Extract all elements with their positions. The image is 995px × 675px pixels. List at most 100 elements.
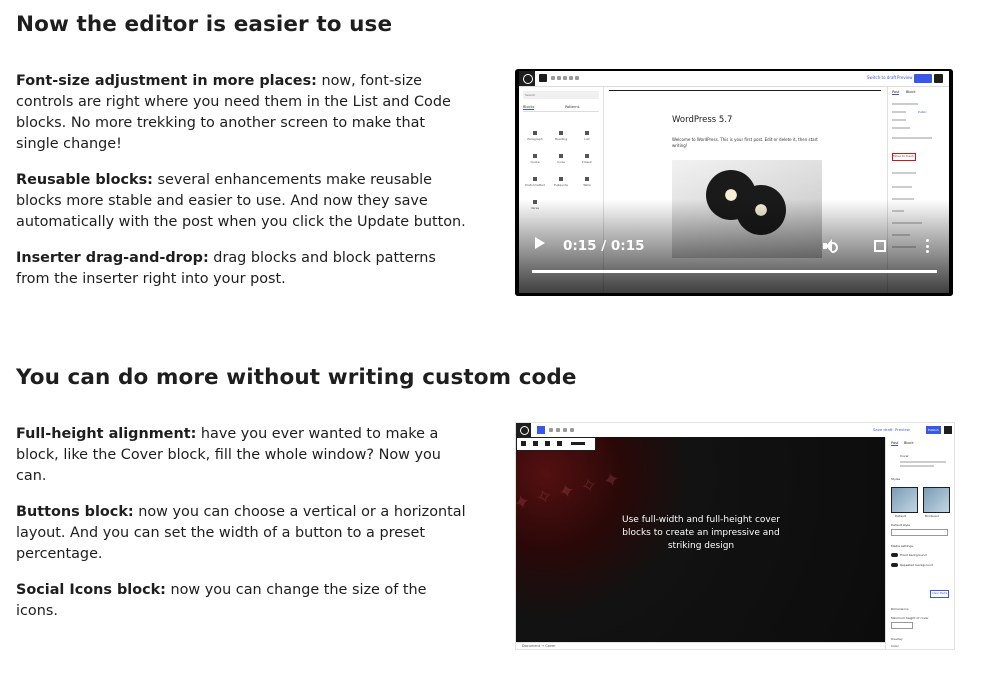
fixed-background-toggle [891, 553, 898, 557]
media-settings-label: Media settings [891, 544, 913, 548]
styles-label: Styles [891, 477, 901, 481]
record-label-texture: ✦ ✧ ✦ ✧ ✦ [516, 466, 623, 516]
settings-tab-post: Post [892, 90, 900, 95]
feature-title: Buttons block: [16, 504, 134, 520]
tab-patterns: Patterns [565, 105, 580, 109]
play-icon[interactable] [535, 237, 545, 249]
editor-canvas-divider [609, 90, 881, 91]
tools-icon [549, 428, 553, 432]
block-pullquote: Pullquote [550, 177, 572, 191]
inserter-search: Search [523, 91, 599, 99]
settings-row [892, 127, 910, 129]
section-heading-editor: Now the editor is easier to use [16, 12, 393, 37]
feature-title: Font-size adjustment in more places: [16, 73, 317, 89]
fullscreen-icon[interactable] [874, 240, 886, 252]
style-bordered-thumb [923, 487, 950, 513]
info-icon [569, 76, 573, 80]
features-list-editor: Font-size adjustment in more places: now… [16, 71, 466, 305]
video-progress-bar[interactable] [532, 270, 937, 273]
settings-gear-icon [934, 74, 943, 83]
dimensions-label: Dimensions [891, 607, 909, 611]
undo-icon [557, 76, 561, 80]
editor-top-toolbar: Switch to draft Preview [519, 71, 949, 87]
redo-icon [563, 428, 567, 432]
block-label: Preformatted [525, 183, 545, 187]
tab-blocks: Blocks [523, 105, 535, 110]
sidebar-tab-block: Block [904, 441, 914, 445]
feature-buttons-block: Buttons block: now you can choose a vert… [16, 502, 466, 565]
publish-label: Publish [928, 428, 939, 432]
repeated-background-label: Repeated background [900, 563, 934, 567]
cover-block-screenshot: Save draft Preview Publish ✦ ✧ ✦ ✧ ✦ Use… [515, 422, 955, 650]
publish-button: Publish [926, 426, 941, 434]
settings-gear-icon [944, 426, 952, 434]
block-list: List [576, 131, 598, 145]
settings-row [892, 111, 906, 113]
block-label: Code [557, 160, 565, 164]
more-options-icon[interactable] [926, 239, 929, 253]
visibility-value: Public [918, 110, 927, 114]
block-preformatted: Preformatted [524, 177, 546, 191]
feature-inserter-drag: Inserter drag-and-drop: drag blocks and … [16, 248, 466, 290]
block-label: Heading [554, 137, 568, 141]
feature-social-icons: Social Icons block: now you can change t… [16, 580, 466, 622]
cover-text: Use full-width and full-height cover blo… [622, 515, 780, 551]
block-description [900, 461, 946, 463]
block-label: Classic [581, 160, 593, 164]
settings-row [892, 103, 918, 105]
editor-demo-video[interactable]: Switch to draft Preview Search Blocks Pa… [515, 69, 953, 296]
block-code: Code [550, 154, 572, 168]
block-toolbar [516, 437, 596, 451]
wordpress-logo-icon [516, 423, 531, 437]
list-view-icon [575, 76, 579, 80]
redo-icon [563, 76, 567, 80]
preview-link: Preview [895, 427, 910, 432]
block-name-label: Cover [900, 454, 909, 458]
feature-font-size: Font-size adjustment in more places: now… [16, 71, 466, 155]
add-block-icon [539, 74, 547, 82]
clear-media-button: Clear Media [930, 590, 949, 598]
block-description [900, 465, 934, 467]
preview-link: Preview [897, 75, 913, 80]
video-time-display: 0:15 / 0:15 [563, 238, 645, 254]
style-default-label: Default [895, 514, 906, 518]
block-breadcrumb-bar: Document → Cover [516, 642, 885, 649]
block-paragraph: Paragraph [524, 131, 546, 145]
overlay-label: Overlay [891, 637, 903, 641]
undo-icon [556, 428, 560, 432]
block-table: Table [576, 177, 598, 191]
settings-row [892, 186, 912, 188]
editor-top-toolbar: Save draft Preview Publish [516, 423, 954, 438]
post-paragraph: Welcome to WordPress. This is your first… [672, 137, 818, 148]
settings-row [892, 119, 906, 121]
inserter-search-placeholder: Search [525, 93, 536, 97]
volume-icon[interactable] [823, 239, 839, 253]
min-height-label: Minimum height of cover [891, 616, 929, 620]
move-to-trash-button: Move to trash [892, 153, 916, 161]
default-style-label: Default style [891, 523, 911, 527]
feature-title: Reusable blocks: [16, 172, 153, 188]
style-bordered-label: Bordered [925, 514, 939, 518]
style-default-thumb [891, 487, 918, 513]
wordpress-logo-icon [519, 71, 535, 86]
min-height-input [891, 622, 913, 629]
info-icon [570, 428, 574, 432]
tools-icon [551, 76, 555, 80]
feature-title: Social Icons block: [16, 582, 166, 598]
block-quote: Quote [524, 154, 546, 168]
update-button [914, 74, 932, 83]
add-block-icon [537, 426, 545, 434]
feature-title: Inserter drag-and-drop: [16, 250, 209, 266]
save-draft-link: Save draft [873, 427, 893, 432]
cover-block: ✦ ✧ ✦ ✧ ✦ Use full-width and full-height… [516, 437, 885, 642]
block-heading: Heading [550, 131, 572, 145]
post-title: WordPress 5.7 [672, 115, 733, 125]
fixed-background-label: Fixed background [900, 553, 927, 557]
video-progress-fill [532, 270, 937, 273]
feature-reusable-blocks: Reusable blocks: several enhancements ma… [16, 170, 466, 233]
block-label: Table [583, 183, 591, 187]
trash-label: Move to trash [893, 154, 914, 158]
block-breadcrumb: Document → Cover [522, 644, 556, 648]
settings-tab-block: Block [906, 90, 916, 94]
section-heading-custom-code: You can do more without writing custom c… [16, 365, 577, 390]
